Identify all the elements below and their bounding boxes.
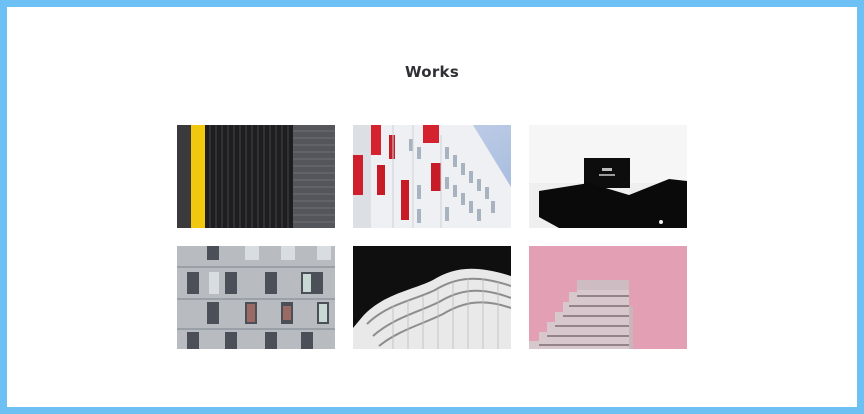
- section-title: Works: [404, 63, 460, 81]
- white-building-red-panels-photo: [353, 125, 511, 228]
- pink-sky-stepped-building-photo: [529, 246, 687, 349]
- work-thumbnail-dark-facade[interactable]: [177, 125, 335, 228]
- work-thumbnail-red-panels-building[interactable]: [353, 125, 511, 228]
- work-thumbnail-curved-balconies[interactable]: [353, 246, 511, 349]
- dark-facade-yellow-stripe-photo: [177, 125, 335, 228]
- white-wall-black-sign-photo: [529, 125, 687, 228]
- white-curved-balconies-photo: [353, 246, 511, 349]
- grey-facade-windows-photo: [177, 246, 335, 349]
- work-thumbnail-white-wall-sign[interactable]: [529, 125, 687, 228]
- work-thumbnail-pink-stepped-building[interactable]: [529, 246, 687, 349]
- work-thumbnail-grey-facade[interactable]: [177, 246, 335, 349]
